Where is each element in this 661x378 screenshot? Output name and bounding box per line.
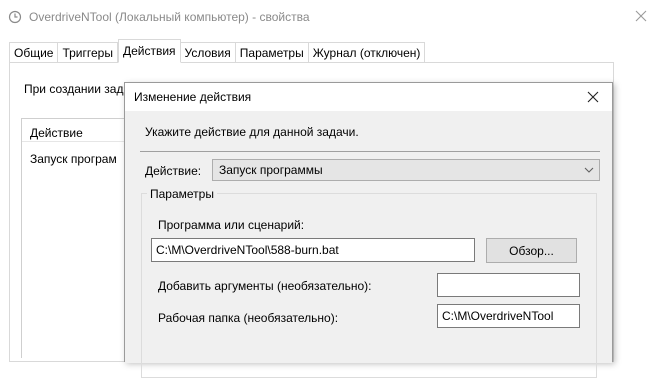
tab-triggers[interactable]: Триггеры <box>58 42 118 63</box>
title-bar: OverdriveNTool (Локальный компьютер) - с… <box>0 0 661 34</box>
tab-general[interactable]: Общие <box>9 42 59 63</box>
intro-text: При создании зад <box>24 82 124 96</box>
action-label: Действие: <box>145 164 202 178</box>
tab-settings[interactable]: Параметры <box>235 42 309 63</box>
tab-history[interactable]: Журнал (отключен) <box>308 42 426 63</box>
close-icon[interactable] <box>634 9 648 23</box>
separator <box>140 151 600 152</box>
instruction-text: Укажите действие для данной задачи. <box>145 125 359 139</box>
program-input[interactable]: C:\M\OverdriveNTool\588-burn.bat <box>151 238 475 262</box>
close-icon[interactable] <box>586 90 600 104</box>
workdir-input[interactable]: C:\M\OverdriveNTool <box>437 304 580 328</box>
program-label: Программа или сценарий: <box>158 218 305 232</box>
tab-actions[interactable]: Действия <box>117 39 181 63</box>
action-select-value: Запуск программы <box>219 163 323 177</box>
properties-window: OverdriveNTool (Локальный компьютер) - с… <box>0 0 661 378</box>
chevron-down-icon <box>584 167 594 173</box>
dialog-title-bar: Изменение действия <box>125 83 612 111</box>
workdir-label: Рабочая папка (необязательно): <box>158 311 339 325</box>
dialog-title: Изменение действия <box>134 90 252 104</box>
clock-icon <box>8 10 22 24</box>
args-input[interactable] <box>437 273 580 297</box>
tab-strip: Общие Триггеры Действия Условия Параметр… <box>9 39 426 63</box>
table-row[interactable]: Запуск програм <box>30 152 117 166</box>
dialog-body: Укажите действие для данной задачи. Дейс… <box>125 111 612 378</box>
table-header-action[interactable]: Действие <box>30 126 83 140</box>
window-title: OverdriveNTool (Локальный компьютер) - с… <box>29 10 310 24</box>
parameters-group-title: Параметры <box>147 187 217 201</box>
action-select[interactable]: Запуск программы <box>212 159 600 181</box>
args-label: Добавить аргументы (необязательно): <box>158 279 372 293</box>
edit-action-dialog: Изменение действия Укажите действие для … <box>124 82 613 378</box>
tab-conditions[interactable]: Условия <box>180 42 236 63</box>
browse-button[interactable]: Обзор... <box>486 238 577 263</box>
